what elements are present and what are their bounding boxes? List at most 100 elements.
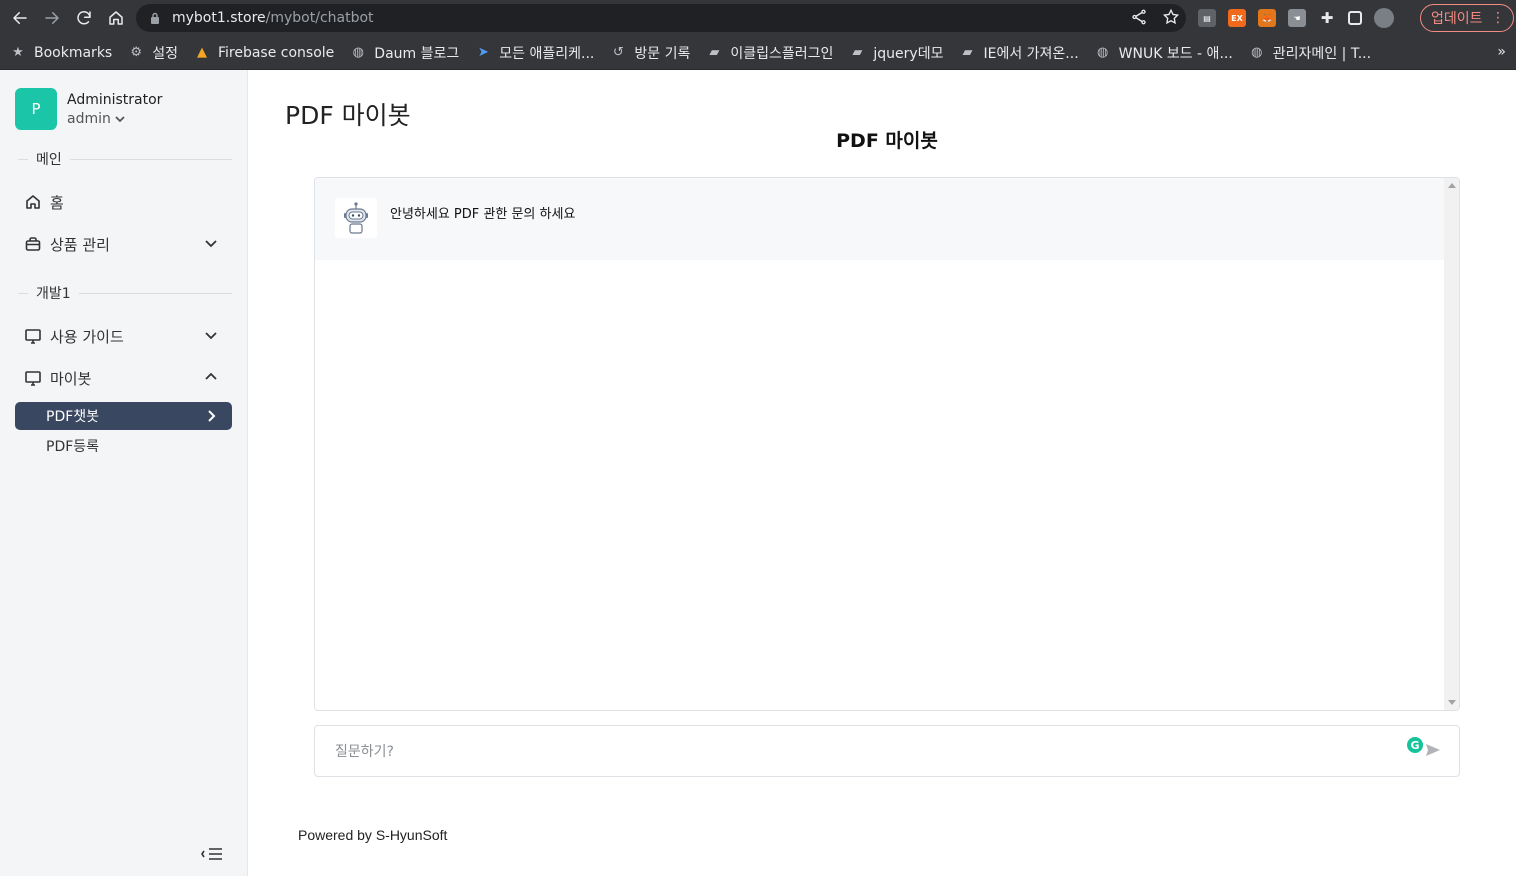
folder-icon: ▰ [852, 45, 863, 60]
sidepanel-icon[interactable] [1348, 11, 1362, 25]
home-icon [24, 193, 42, 211]
folder-icon: ▰ [709, 45, 720, 60]
section-label: 개발1 [36, 286, 71, 302]
chevron-down-icon [205, 240, 217, 248]
scroll-down-arrow[interactable] [1448, 700, 1456, 705]
user-role-dropdown[interactable]: admin [67, 111, 162, 127]
address-bar[interactable]: mybot1.store/mybot/chatbot [136, 4, 1186, 32]
bookmark-item[interactable]: ↺ 방문 기록 [610, 43, 690, 63]
sidebar-item-label: 상품 관리 [50, 235, 110, 254]
send-icon [1426, 744, 1440, 756]
sidebar-item-guide[interactable]: 사용 가이드 [24, 321, 224, 351]
grammarly-icon[interactable]: G [1407, 737, 1423, 753]
bookmark-item[interactable]: ◍ 관리자메인 | T... [1249, 43, 1371, 63]
chat-title: PDF 마이봇 [836, 130, 938, 152]
update-button[interactable]: 업데이트 ⋮ [1420, 4, 1514, 32]
bookmark-label: 설정 [152, 45, 178, 62]
chat-messages-panel[interactable]: 안녕하세요 PDF 관한 문의 하세요 [314, 177, 1460, 711]
section-header-main: 메인 [18, 149, 232, 169]
bookmarks-bar: ★ Bookmarks ⚙ 설정 ▲ Firebase console ◍ Daum 블… [0, 36, 1516, 70]
bookmark-item[interactable]: ▲ Firebase console [194, 45, 334, 61]
chevron-down-icon [115, 115, 125, 122]
extension-icon[interactable]: EX [1228, 9, 1246, 27]
bookmark-item[interactable]: ▰ IE에서 가져온... [959, 43, 1078, 63]
sidebar-subitem-pdf-register[interactable]: PDF등록 [46, 436, 99, 456]
bookmark-label: Daum 블로그 [374, 45, 460, 62]
bookmark-label: 이클립스플러그인 [730, 45, 834, 62]
update-label: 업데이트 [1431, 11, 1483, 27]
globe-icon: ◍ [352, 45, 364, 60]
bookmark-item[interactable]: ★ Bookmarks [10, 45, 112, 61]
star-icon[interactable] [1162, 8, 1180, 26]
bookmark-label: 방문 기록 [634, 45, 691, 62]
forward-icon[interactable] [36, 2, 68, 34]
sidebar-item-label: 사용 가이드 [50, 327, 124, 346]
chat-question-input[interactable] [335, 738, 1385, 766]
history-icon: ↺ [612, 45, 624, 60]
bookmark-item[interactable]: ◍ WNUK 보드 - 애... [1095, 43, 1233, 63]
chevron-up-icon [205, 372, 217, 380]
sidebar-item-mybot[interactable]: 마이봇 [24, 363, 224, 393]
section-header-dev: 개발1 [18, 283, 232, 303]
lock-icon [151, 12, 159, 24]
browser-toolbar: mybot1.store/mybot/chatbot ▤ EX 🦊 ☚ ✚ 업데… [0, 0, 1516, 36]
app-icon: ➤ [477, 45, 489, 60]
user-name: Administrator [67, 91, 163, 108]
monitor-icon [24, 327, 42, 345]
back-icon[interactable] [4, 2, 36, 34]
send-button[interactable] [1425, 742, 1443, 760]
section-label: 메인 [36, 152, 62, 168]
avatar: P [15, 88, 57, 130]
chat-input-container: G [314, 725, 1460, 777]
bookmark-item[interactable]: ▰ 이클립스플러그인 [706, 43, 833, 63]
reload-icon[interactable] [68, 2, 100, 34]
puzzle-icon[interactable]: ✚ [1318, 9, 1336, 27]
sidebar-item-home[interactable]: 홈 [24, 187, 224, 217]
bot-message: 안녕하세요 PDF 관한 문의 하세요 [315, 178, 1445, 260]
chevron-down-icon [205, 332, 217, 340]
footer-credit: Powered by S-HyunSoft [298, 827, 448, 843]
bookmark-item[interactable]: ➤ 모든 애플리케... [475, 43, 595, 63]
globe-icon: ◍ [1096, 45, 1109, 60]
bag-icon [24, 235, 42, 253]
profile-avatar-icon[interactable] [1374, 8, 1394, 28]
share-icon[interactable] [1130, 8, 1148, 26]
sidebar-collapse-button[interactable] [200, 846, 224, 862]
bookmark-label: 관리자메인 | T... [1272, 45, 1372, 62]
chat-scrollbar[interactable] [1444, 178, 1459, 710]
firebase-icon: ▲ [196, 45, 207, 60]
robot-icon [335, 198, 377, 238]
sidebar-subitem-label: PDF챗봇 [46, 409, 100, 425]
url-host: mybot1.store [172, 10, 266, 26]
user-profile[interactable]: P Administrator admin [15, 88, 162, 130]
gear-icon: ⚙ [130, 45, 143, 60]
bookmark-label: IE에서 가져온... [983, 45, 1079, 62]
bookmark-label: 모든 애플리케... [499, 45, 595, 62]
more-vert-icon: ⋮ [1491, 10, 1505, 26]
bookmark-label: Bookmarks [34, 44, 113, 61]
bookmark-label: Firebase console [217, 44, 335, 61]
metamask-icon[interactable]: 🦊 [1258, 9, 1276, 27]
bookmark-label: WNUK 보드 - 애... [1118, 45, 1233, 62]
extension-icon[interactable]: ▤ [1198, 9, 1216, 27]
bookmark-label: jquery데모 [873, 45, 944, 62]
globe-icon: ◍ [1251, 45, 1263, 60]
bookmarks-overflow-button[interactable]: » [1497, 44, 1506, 60]
user-role: admin [67, 110, 111, 127]
sidebar-item-label: 홈 [50, 193, 64, 212]
url-path: /mybot/chatbot [265, 10, 374, 26]
folder-icon: ▰ [962, 45, 973, 60]
scroll-up-arrow[interactable] [1448, 183, 1456, 188]
extension-icon[interactable]: ☚ [1288, 9, 1306, 27]
bookmark-item[interactable]: ◍ Daum 블로그 [350, 43, 460, 63]
sidebar: P Administrator admin 메인 홈 상품 관리 개발1 사용 … [0, 70, 248, 876]
bookmark-item[interactable]: ⚙ 설정 [128, 43, 178, 63]
chevron-right-icon [208, 410, 216, 422]
bot-message-text: 안녕하세요 PDF 관한 문의 하세요 [390, 207, 576, 222]
bookmark-item[interactable]: ▰ jquery데모 [849, 43, 943, 63]
star-icon: ★ [12, 45, 24, 60]
sidebar-item-products[interactable]: 상품 관리 [24, 229, 224, 259]
monitor-icon [24, 369, 42, 387]
home-icon[interactable] [100, 2, 132, 34]
sidebar-subitem-pdf-chatbot[interactable]: PDF챗봇 [15, 402, 232, 430]
